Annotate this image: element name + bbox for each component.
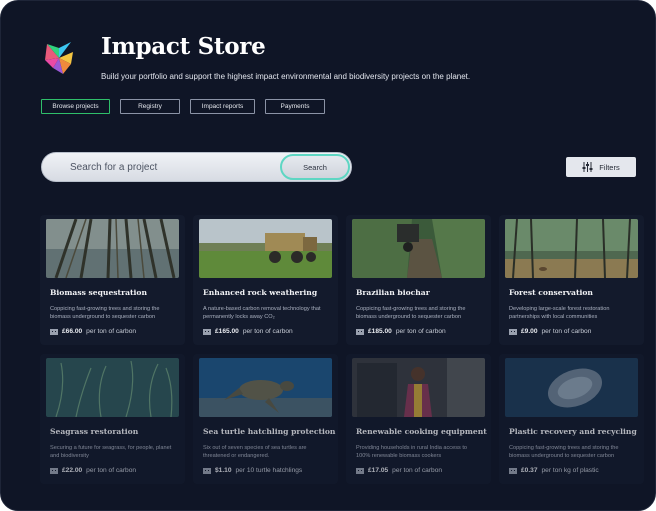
app-window: Impact Store Build your portfolio and su… — [0, 0, 656, 511]
project-description: Securing a future for seagrass, for peop… — [50, 445, 172, 459]
search-input[interactable] — [42, 153, 277, 181]
project-description: A nature-based carbon removal technology… — [203, 306, 321, 320]
project-title: Seagrass restoration — [50, 427, 139, 436]
page-title: Impact Store — [101, 33, 266, 60]
building-icon — [509, 468, 517, 474]
filters-label: Filters — [599, 162, 620, 172]
tractor-field-photo — [199, 219, 332, 278]
project-description: Coppicing fast-growing trees and storing… — [509, 445, 619, 459]
filters-button[interactable]: Filters — [566, 157, 636, 177]
project-card-brazilian-biochar[interactable]: Brazilian biochar Coppicing fast-growing… — [346, 215, 491, 345]
project-card-renewable-cooking-equipment[interactable]: Renewable cooking equipment Providing ho… — [346, 354, 491, 484]
project-description: Coppicing fast-growing trees and storing… — [356, 306, 466, 320]
building-icon — [50, 468, 58, 474]
sea-turtle-photo — [199, 358, 332, 417]
project-title: Plastic recovery and recycling — [509, 427, 637, 436]
search-button[interactable]: Search — [280, 154, 350, 180]
project-title: Renewable cooking equipment — [356, 427, 487, 436]
project-price: £185.00 per ton of carbon — [356, 328, 446, 335]
project-title: Biomass sequestration — [50, 288, 147, 297]
cook-woman-photo — [352, 358, 485, 417]
project-price: £17.05 per ton of carbon — [356, 467, 442, 474]
project-card-biomass-sequestration[interactable]: Biomass sequestration Coppicing fast-gro… — [40, 215, 185, 345]
project-price: £165.00 per ton of carbon — [203, 328, 293, 335]
tab-registry[interactable]: Registry — [120, 99, 180, 114]
project-card-sea-turtle-hatchling-protection[interactable]: Sea turtle hatchling protection Six out … — [193, 354, 338, 484]
project-title: Enhanced rock weathering — [203, 288, 318, 297]
nav-tabs: Browse projects Registry Impact reports … — [41, 99, 325, 114]
project-card-enhanced-rock-weathering[interactable]: Enhanced rock weathering A nature-based … — [193, 215, 338, 345]
project-title: Brazilian biochar — [356, 288, 430, 297]
pinwheel-logo-icon — [45, 42, 73, 74]
tree-plantation-photo — [352, 219, 485, 278]
building-icon — [356, 468, 364, 474]
project-card-plastic-recovery-and-recycling[interactable]: Plastic recovery and recycling Coppicing… — [499, 354, 644, 484]
project-price: £22.00 per ton of carbon — [50, 467, 136, 474]
project-card-forest-conservation[interactable]: Forest conservation Developing large-sca… — [499, 215, 644, 345]
building-icon — [356, 329, 364, 335]
project-price: $1.10 per 10 turtle hatchlings — [203, 467, 302, 474]
project-price: £0.37 per ton kg of plastic — [509, 467, 599, 474]
building-icon — [50, 329, 58, 335]
forest-clearing-photo — [505, 219, 638, 278]
project-title: Forest conservation — [509, 288, 593, 297]
tab-impact-reports[interactable]: Impact reports — [190, 99, 255, 114]
page-subtitle: Build your portfolio and support the hig… — [101, 72, 471, 81]
forest-canopy-photo — [46, 219, 179, 278]
project-card-seagrass-restoration[interactable]: Seagrass restoration Securing a future f… — [40, 354, 185, 484]
plastic-bag-underwater-photo — [505, 358, 638, 417]
building-icon — [203, 468, 211, 474]
building-icon — [509, 329, 517, 335]
sliders-icon — [582, 162, 593, 172]
tab-browse-projects[interactable]: Browse projects — [41, 99, 110, 114]
project-description: Providing households in rural India acce… — [356, 445, 468, 459]
search-bar: Search — [41, 152, 352, 182]
project-title: Sea turtle hatchling protection — [203, 427, 336, 436]
project-price: £66.00 per ton of carbon — [50, 328, 136, 335]
project-description: Coppicing fast-growing trees and storing… — [50, 306, 160, 320]
project-description: Six out of seven species of sea turtles … — [203, 445, 307, 459]
seagrass-photo — [46, 358, 179, 417]
project-description: Developing large-scale forest restoratio… — [509, 306, 610, 320]
tab-payments[interactable]: Payments — [265, 99, 325, 114]
building-icon — [203, 329, 211, 335]
project-price: £9.00 per ton of carbon — [509, 328, 591, 335]
